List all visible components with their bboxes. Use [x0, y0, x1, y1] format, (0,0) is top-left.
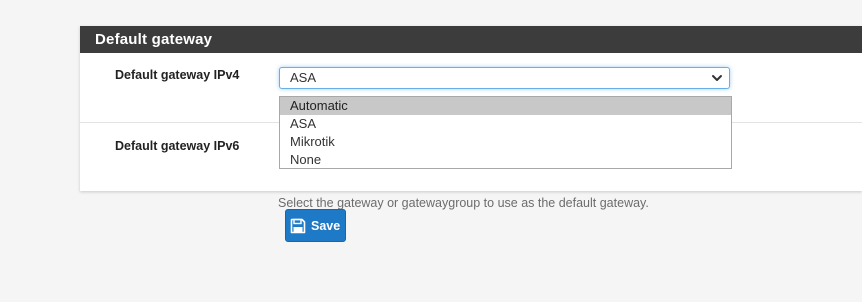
ipv4-gateway-select[interactable]: ASA [279, 67, 730, 89]
chevron-down-icon [712, 75, 722, 81]
ipv4-label: Default gateway IPv4 [115, 68, 240, 82]
floppy-disk-icon [290, 218, 306, 233]
ipv6-help-text: Select the gateway or gatewaygroup to us… [278, 196, 649, 210]
ipv4-selected-value: ASA [290, 70, 317, 85]
option-none[interactable]: None [280, 151, 731, 169]
option-automatic[interactable]: Automatic [280, 97, 731, 115]
option-asa[interactable]: ASA [280, 115, 731, 133]
save-button-label: Save [311, 218, 341, 233]
panel-title: Default gateway [80, 26, 862, 53]
save-button[interactable]: Save [285, 209, 346, 242]
ipv4-gateway-options-list[interactable]: Automatic ASA Mikrotik None [279, 96, 732, 169]
option-mikrotik[interactable]: Mikrotik [280, 133, 731, 151]
ipv6-label: Default gateway IPv6 [115, 139, 240, 153]
